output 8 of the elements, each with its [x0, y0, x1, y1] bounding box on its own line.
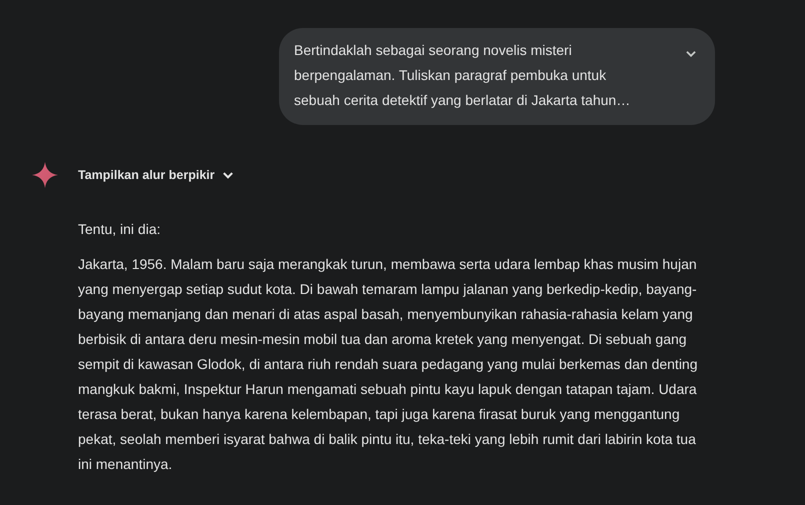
sparkle-icon	[31, 161, 59, 189]
expand-button[interactable]	[686, 51, 696, 57]
chevron-icon	[222, 172, 233, 178]
chevron-icon	[686, 51, 696, 57]
prompt-text: Bertindaklah sebagai seorang novelis misteri berpengalaman. Tuliskan paragraf pembuka untuk sebuah cerita detektif yang berlatar di Jakarta tahun…	[294, 41, 632, 110]
response-paragraph: Jakarta, 1956. Malam baru saja merangkak turun, membawa serta udara lembap khas musim hujan yang menyergap setiap sudut kota. Di bawah temaram lampu jalanan yang berkedip-kedip, bayang-bayang memanjang dan menari di atas aspal basah, menyembunyikan rahasia-rahasia kelam yang berbisik di antara deru mesin-mesin mobil tua dan aroma kretek yang menyengat. Di sebuah gang sempit di kawasan Glodok, di antara riuh rendah suara pedagang yang mulai berkemas dan denting mangkuk bakmi, Inspektur Harun mengamati sebuah pintu kayu lapuk dengan tatapan tajam. Udara terasa berat, bukan hanya karena kelembapan, tapi juga karena firasat buruk yang menggantung pekat, seolah memberi isyarat bahwa di balik pintu itu, teka-teki yang lebih rumit dari labirin kota tua ini menantinya.	[78, 255, 698, 474]
response-paragraph: Tentu, ini dia:	[78, 220, 162, 239]
show-thinking-toggle[interactable]: Tampilkan alur berpikir	[78, 166, 233, 184]
